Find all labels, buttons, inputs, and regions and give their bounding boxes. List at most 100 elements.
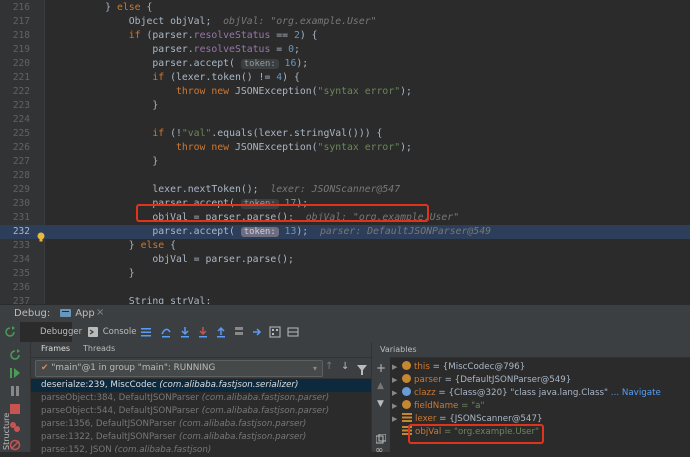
navigate-link[interactable]: ... Navigate (608, 388, 661, 398)
line-number: 220 (12, 58, 30, 69)
code-line[interactable]: 224 (0, 113, 690, 127)
tab-debugger[interactable]: Debugger (20, 322, 82, 342)
code-line[interactable]: 225 if (!"val".equals(lexer.stringVal())… (0, 127, 690, 141)
rerun-app-icon[interactable] (9, 346, 21, 360)
resume-icon[interactable] (9, 364, 21, 378)
variable-name: parser (414, 375, 445, 385)
code-line[interactable]: 237 String strVal; (0, 295, 690, 304)
console-tab-label: Console (102, 327, 137, 337)
line-number: 235 (12, 268, 30, 279)
code-line[interactable]: 235 } (0, 267, 690, 281)
rerun-icon[interactable] (4, 326, 16, 338)
code-line[interactable]: 232 parser.accept( token: 13); parser: D… (0, 225, 690, 242)
filter-icon[interactable] (357, 361, 367, 380)
line-number: 229 (12, 184, 30, 195)
variable-row[interactable]: ▶ fieldName = "a" (392, 400, 485, 413)
code-line[interactable]: 226 throw new JSONException("syntax erro… (0, 141, 690, 155)
force-step-into-icon[interactable] (197, 326, 209, 338)
thread-selector[interactable]: ✔ "main"@1 in group "main": RUNNING ▾ (35, 360, 323, 377)
line-number: 216 (12, 2, 30, 13)
frame-list[interactable]: deserialze:239, MiscCodec (com.alibaba.f… (31, 379, 371, 457)
close-icon[interactable]: × (96, 307, 104, 318)
structure-side-tab[interactable]: Structure (2, 413, 11, 450)
line-number: 228 (12, 170, 30, 181)
step-into-icon[interactable] (179, 326, 191, 338)
line-number: 234 (12, 254, 30, 265)
code-line[interactable]: 217 Object objVal; objVal: "org.example.… (0, 15, 690, 29)
pause-icon[interactable] (9, 382, 21, 396)
arrow-up-icon[interactable]: ▲ (377, 381, 384, 391)
object-icon (402, 387, 411, 396)
check-icon: ✔ (41, 363, 49, 373)
add-watch-icon[interactable]: + (376, 361, 386, 375)
code-line[interactable]: 227 } (0, 155, 690, 169)
code-line[interactable]: 233 } else { (0, 239, 690, 253)
code-text: } else { (58, 2, 153, 13)
variable-value: = {Class@320} "class java.lang.Class" (438, 388, 609, 398)
variable-name: this (414, 362, 433, 372)
object-icon (402, 400, 411, 409)
step-over-icon[interactable] (160, 326, 172, 338)
stack-frame[interactable]: parseObject:544, DefaultJSONParser (com.… (31, 405, 371, 418)
expand-arrow-icon[interactable]: ▶ (392, 387, 400, 400)
trace-icon[interactable] (287, 326, 299, 338)
highlight-box-objval (408, 424, 544, 444)
debugger-tab-label: Debugger (40, 327, 83, 337)
line-number: 226 (12, 142, 30, 153)
lightbulb-icon[interactable] (36, 227, 46, 242)
variable-row[interactable]: ▶ clazz = {Class@320} "class java.lang.Cl… (392, 387, 661, 400)
code-text: } else { (58, 240, 176, 251)
code-line[interactable]: 216 } else { (0, 1, 690, 15)
expand-arrow-icon[interactable]: ▶ (392, 400, 400, 413)
tab-console[interactable]: Console (88, 322, 138, 342)
arrow-up-icon[interactable]: ↑ (325, 361, 333, 372)
variable-name: clazz (414, 388, 439, 398)
stack-frame[interactable]: parseObject:384, DefaultJSONParser (com.… (31, 392, 371, 405)
frame-method: parseObject:384, DefaultJSONParser (41, 393, 202, 403)
code-text: } (58, 156, 159, 167)
code-editor[interactable]: 216 } else {217 Object objVal; objVal: "… (0, 0, 690, 304)
frame-method: parse:1322, DefaultJSONParser (41, 432, 179, 442)
code-line[interactable]: 221 if (lexer.token() != 4) { (0, 71, 690, 85)
debug-tool-window-header: Debug: App × (0, 304, 690, 325)
code-line[interactable]: 228 (0, 169, 690, 183)
tab-frames[interactable]: Frames (41, 344, 70, 353)
thread-bar: ✔ "main"@1 in group "main": RUNNING ▾ ↑ ↓ (31, 358, 371, 379)
watches-icon[interactable]: ∞ (375, 445, 383, 456)
line-number: 236 (12, 282, 30, 293)
stop-icon[interactable] (9, 400, 21, 414)
code-text: throw new JSONException("syntax error"); (175, 86, 412, 97)
expand-arrow-icon[interactable]: ▶ (392, 361, 400, 374)
menu-lines-icon[interactable] (140, 326, 152, 338)
arrow-down-icon[interactable]: ▼ (377, 399, 384, 409)
stack-frame[interactable]: deserialze:239, MiscCodec (com.alibaba.f… (31, 379, 371, 392)
frame-method: parse:152, JSON (41, 445, 115, 455)
run-to-cursor-icon[interactable] (251, 326, 263, 338)
expand-arrow-icon[interactable]: ▶ (392, 413, 400, 426)
line-number: 233 (12, 240, 30, 251)
variable-row[interactable]: ▶ this = {MiscCodec@796} (392, 361, 525, 374)
code-text: String strVal; (58, 296, 212, 304)
stack-frame[interactable]: parse:152, JSON (com.alibaba.fastjson) (31, 444, 371, 457)
code-line[interactable]: 223 } (0, 99, 690, 113)
stack-frame[interactable]: parse:1356, DefaultJSONParser (com.aliba… (31, 418, 371, 431)
app-config-icon (60, 309, 71, 317)
frame-method: parseObject:544, DefaultJSONParser (41, 406, 202, 416)
code-line[interactable]: 222 throw new JSONException("syntax erro… (0, 85, 690, 99)
step-out-icon[interactable] (215, 326, 227, 338)
code-line[interactable]: 218 if (parser.resolveStatus == 2) { (0, 29, 690, 43)
arrow-down-icon[interactable]: ↓ (341, 361, 349, 372)
tab-threads[interactable]: Threads (83, 344, 115, 353)
code-text: lexer.nextToken(); lexer: JSONScanner@54… (58, 184, 401, 195)
code-text: parser.accept( token: 13); parser: Defau… (58, 226, 491, 237)
drop-frame-icon[interactable] (233, 326, 245, 338)
evaluate-icon[interactable] (269, 326, 281, 338)
code-line[interactable]: 234 objVal = parser.parse(); (0, 253, 690, 267)
code-line[interactable]: 219 parser.resolveStatus = 0; (0, 43, 690, 57)
expand-arrow-icon[interactable]: ▶ (392, 374, 400, 387)
code-line[interactable]: 236 (0, 281, 690, 295)
variable-row[interactable]: ▶ parser = {DefaultJSONParser@549} (392, 374, 571, 387)
code-line[interactable]: 229 lexer.nextToken(); lexer: JSONScanne… (0, 183, 690, 197)
code-line[interactable]: 220 parser.accept( token: 16); (0, 57, 690, 71)
stack-frame[interactable]: parse:1322, DefaultJSONParser (com.aliba… (31, 431, 371, 444)
